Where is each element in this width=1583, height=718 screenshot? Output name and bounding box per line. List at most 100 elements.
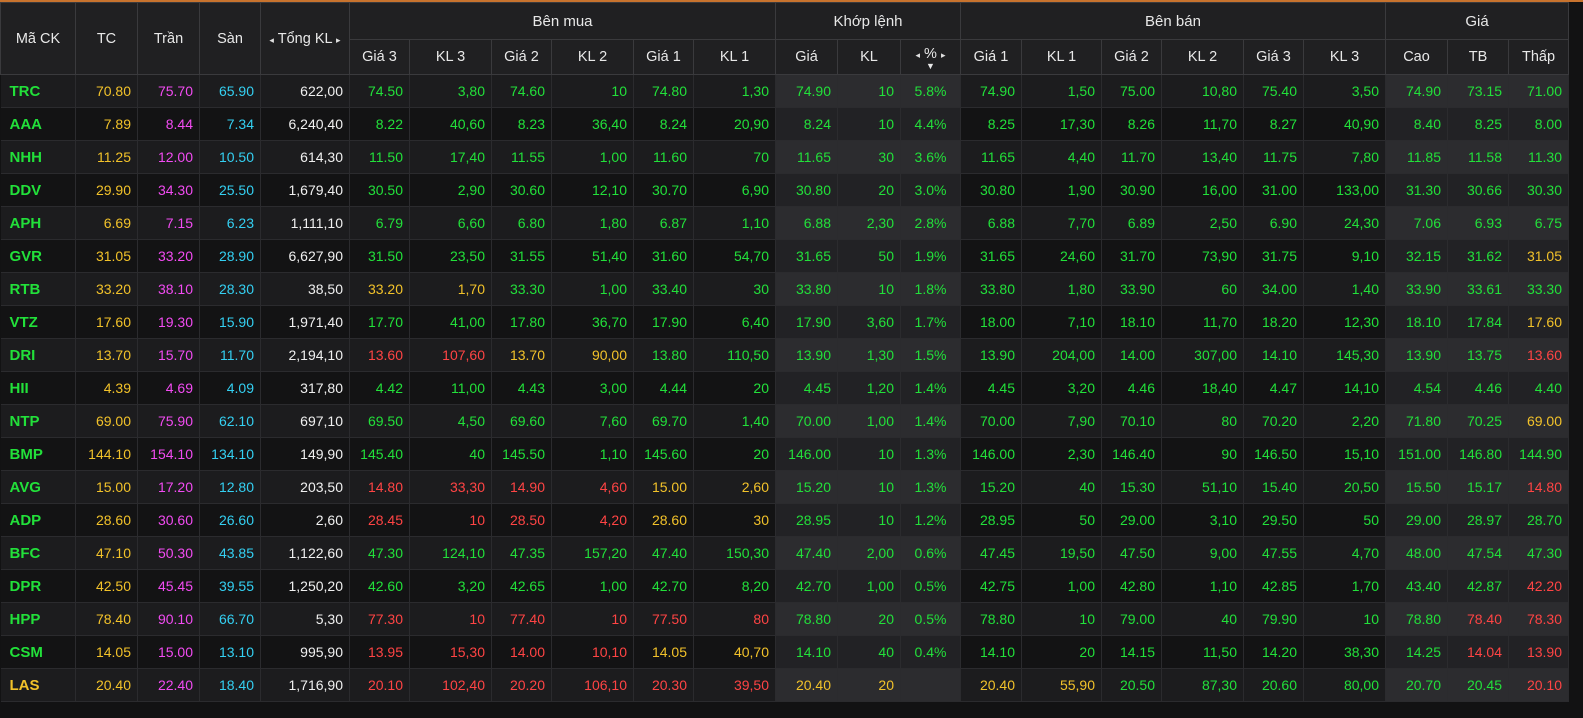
buy-price-cell: 8.22 — [349, 107, 410, 141]
sell-volume-cell: 40,90 — [1303, 107, 1386, 141]
table-row[interactable]: VTZ 17.60 19.30 15.90 1,971,40 17.70 41,00 17.8… — [0, 305, 1569, 339]
table-row[interactable]: CSM 14.05 15.00 13.10 995,90 13.95 15,30 14.00 1… — [0, 635, 1569, 669]
sell-price-cell: 33.80 — [960, 272, 1022, 306]
sort-right-icon[interactable]: ▸ — [336, 35, 341, 45]
table-row[interactable]: HII 4.39 4.69 4.09 317,80 4.42 11,00 4.43 3,00 4.… — [0, 371, 1569, 405]
table-row[interactable]: NTP 69.00 75.90 62.10 697,10 69.50 4,50 69.60 7,… — [0, 404, 1569, 438]
sell-price-cell: 30.90 — [1101, 173, 1162, 207]
price-col-1[interactable]: TB — [1447, 39, 1509, 75]
match-price-cell: 30.80 — [775, 173, 838, 207]
table-row[interactable]: DRI 13.70 15.70 11.70 2,194,10 13.60 107,60 13.… — [0, 338, 1569, 372]
avg-price-cell: 15.17 — [1447, 470, 1509, 504]
sell-volume-cell: 7,70 — [1021, 206, 1102, 240]
match-volume-cell: 20 — [837, 668, 901, 702]
sell-col-2[interactable]: Giá 2 — [1101, 39, 1162, 75]
sell-price-cell: 74.90 — [960, 74, 1022, 108]
table-row[interactable]: HPP 78.40 90.10 66.70 5,30 77.30 10 77.40 10 77.5… — [0, 602, 1569, 636]
table-row[interactable]: BFC 47.10 50.30 43.85 1,122,60 47.30 124,10 47.… — [0, 536, 1569, 570]
sell-price-cell: 75.40 — [1243, 74, 1304, 108]
table-row[interactable]: ADP 28.60 30.60 26.60 2,60 28.45 10 28.50 4,20 28… — [0, 503, 1569, 537]
ceil-price-cell: 50.30 — [137, 536, 200, 570]
sell-col-0[interactable]: Giá 1 — [960, 39, 1022, 75]
sell-price-cell: 70.10 — [1101, 404, 1162, 438]
match-price-cell: 33.80 — [775, 272, 838, 306]
sell-volume-cell: 10,80 — [1161, 74, 1244, 108]
sell-price-cell: 31.65 — [960, 239, 1022, 273]
avg-price-cell: 47.54 — [1447, 536, 1509, 570]
symbol-cell: VTZ — [0, 305, 76, 339]
col-ref[interactable]: TC — [75, 2, 138, 75]
buy-col-0[interactable]: Giá 3 — [349, 39, 410, 75]
high-price-cell: 33.90 — [1385, 272, 1448, 306]
buy-price-cell: 42.60 — [349, 569, 410, 603]
ceil-price-cell: 90.10 — [137, 602, 200, 636]
table-row[interactable]: DPR 42.50 45.45 39.55 1,250,20 42.60 3,20 42.65… — [0, 569, 1569, 603]
sort-left-icon[interactable]: ◂ — [915, 50, 920, 60]
sell-volume-cell: 204,00 — [1021, 338, 1102, 372]
buy-volume-cell: 124,10 — [409, 536, 492, 570]
buy-price-cell: 74.60 — [491, 74, 552, 108]
floor-price-cell: 6.23 — [199, 206, 261, 240]
total-volume-cell: 2,60 — [260, 503, 350, 537]
buy-col-4[interactable]: Giá 1 — [633, 39, 694, 75]
ceil-price-cell: 38.10 — [137, 272, 200, 306]
table-row[interactable]: NHH 11.25 12.00 10.50 614,30 11.50 17,40 11.55 1… — [0, 140, 1569, 174]
sell-col-3[interactable]: KL 2 — [1161, 39, 1244, 75]
match-percent-cell: 2.8% — [900, 206, 961, 240]
table-row[interactable]: DDV 29.90 34.30 25.50 1,679,40 30.50 2,90 30.60… — [0, 173, 1569, 207]
sell-col-5[interactable]: KL 3 — [1303, 39, 1386, 75]
sell-price-cell: 31.75 — [1243, 239, 1304, 273]
high-price-cell: 32.15 — [1385, 239, 1448, 273]
table-row[interactable]: LAS 20.40 22.40 18.40 1,716,90 20.10 102,40 20.… — [0, 668, 1569, 702]
buy-price-cell: 77.50 — [633, 602, 694, 636]
match-col-0[interactable]: Giá — [775, 39, 838, 75]
table-row[interactable]: AVG 15.00 17.20 12.80 203,50 14.80 33,30 14.90 4… — [0, 470, 1569, 504]
sell-price-cell: 29.00 — [1101, 503, 1162, 537]
sell-price-cell: 79.00 — [1101, 602, 1162, 636]
buy-price-cell: 6.79 — [349, 206, 410, 240]
col-total-volume[interactable]: ◂ Tổng KL ▸ — [260, 2, 350, 75]
buy-col-1[interactable]: KL 3 — [409, 39, 492, 75]
match-col-1[interactable]: KL — [837, 39, 901, 75]
high-price-cell: 11.85 — [1385, 140, 1448, 174]
sort-down-icon[interactable]: ▼ — [902, 61, 960, 70]
table-row[interactable]: APH 6.69 7.15 6.23 1,111,10 6.79 6,60 6.80 1,80 6… — [0, 206, 1569, 240]
low-price-cell: 47.30 — [1508, 536, 1569, 570]
buy-col-3[interactable]: KL 2 — [551, 39, 634, 75]
sell-price-cell: 146.00 — [960, 437, 1022, 471]
low-price-cell: 69.00 — [1508, 404, 1569, 438]
buy-volume-cell: 4,50 — [409, 404, 492, 438]
match-col-percent[interactable]: ◂ % ▸ ▼ — [900, 39, 961, 75]
ceil-price-cell: 30.60 — [137, 503, 200, 537]
buy-col-5[interactable]: KL 1 — [693, 39, 776, 75]
buy-price-cell: 74.50 — [349, 74, 410, 108]
sell-col-4[interactable]: Giá 3 — [1243, 39, 1304, 75]
match-volume-cell: 3,60 — [837, 305, 901, 339]
table-row[interactable]: BMP 144.10 154.10 134.10 149,90 145.40 40 145.5… — [0, 437, 1569, 471]
sell-price-cell: 146.50 — [1243, 437, 1304, 471]
sell-price-cell: 20.50 — [1101, 668, 1162, 702]
buy-col-2[interactable]: Giá 2 — [491, 39, 552, 75]
price-col-2[interactable]: Thấp — [1508, 39, 1569, 75]
high-price-cell: 31.30 — [1385, 173, 1448, 207]
table-row[interactable]: AAA 7.89 8.44 7.34 6,240,40 8.22 40,60 8.23 36,4… — [0, 107, 1569, 141]
table-row[interactable]: RTB 33.20 38.10 28.30 38,50 33.20 1,70 33.30 1,0… — [0, 272, 1569, 306]
floor-price-cell: 12.80 — [199, 470, 261, 504]
sort-left-icon[interactable]: ◂ — [269, 35, 274, 45]
low-price-cell: 14.80 — [1508, 470, 1569, 504]
ref-price-cell: 78.40 — [75, 602, 138, 636]
table-row[interactable]: GVR 31.05 33.20 28.90 6,627,90 31.50 23,50 31.5… — [0, 239, 1569, 273]
col-ceil[interactable]: Trần — [137, 2, 200, 75]
col-symbol[interactable]: Mã CK — [0, 2, 76, 75]
price-col-0[interactable]: Cao — [1385, 39, 1448, 75]
sell-col-1[interactable]: KL 1 — [1021, 39, 1102, 75]
table-row[interactable]: TRC 70.80 75.70 65.90 622,00 74.50 3,80 74.60 10… — [0, 74, 1569, 108]
total-volume-cell: 1,679,40 — [260, 173, 350, 207]
col-floor[interactable]: Sàn — [199, 2, 261, 75]
buy-volume-cell: 1,40 — [693, 404, 776, 438]
sell-volume-cell: 11,70 — [1161, 305, 1244, 339]
sell-price-cell: 18.10 — [1101, 305, 1162, 339]
sort-right-icon[interactable]: ▸ — [941, 50, 946, 60]
floor-price-cell: 28.90 — [199, 239, 261, 273]
ceil-price-cell: 8.44 — [137, 107, 200, 141]
